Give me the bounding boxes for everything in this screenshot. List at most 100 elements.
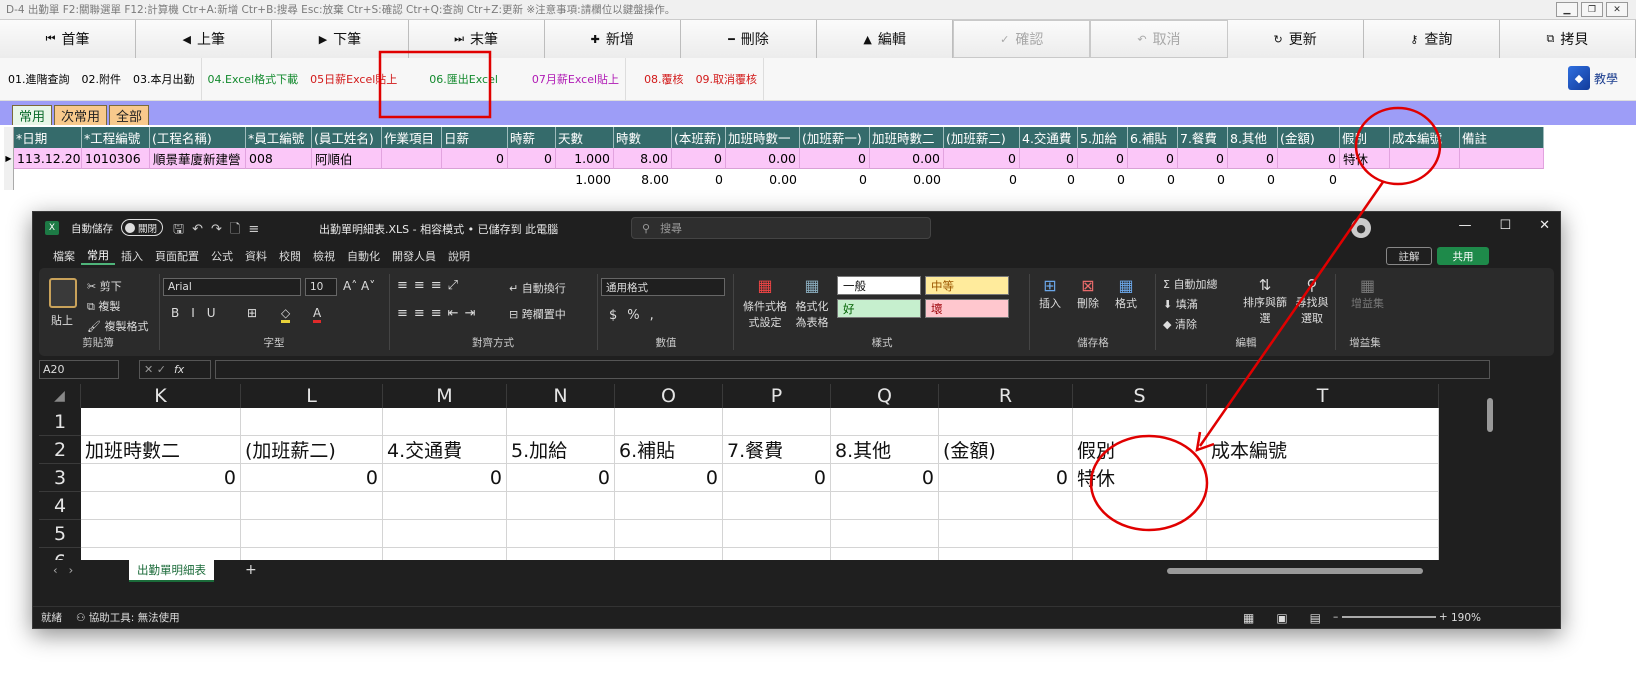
- copy-cells-button[interactable]: ⧉ 複製: [87, 298, 120, 314]
- sheet-cell[interactable]: [831, 492, 939, 520]
- sheet-cell[interactable]: [241, 492, 383, 520]
- sheet-row-header[interactable]: 3: [39, 464, 81, 492]
- sheet-column-header[interactable]: N: [507, 384, 615, 408]
- excel-search-input[interactable]: ⚲ 搜尋: [631, 217, 931, 239]
- excel-close-button[interactable]: ✕: [1539, 218, 1550, 233]
- sheet-tab[interactable]: 出勤單明細表: [129, 560, 214, 582]
- column-header[interactable]: 成本編號: [1390, 127, 1460, 148]
- menu-item[interactable]: 常用: [81, 247, 115, 265]
- menu-item[interactable]: 說明: [442, 248, 476, 264]
- sheet-cell[interactable]: 加班時數二: [81, 436, 241, 464]
- sheet-cell[interactable]: 0: [507, 464, 615, 492]
- cut-button[interactable]: ✂ 剪下: [87, 278, 122, 294]
- column-header[interactable]: 加班時數二: [870, 127, 944, 148]
- sheet-cell[interactable]: 7.餐費: [723, 436, 831, 464]
- menu-item[interactable]: 檔案: [47, 248, 81, 264]
- this-month-link[interactable]: 03.本月出勤: [127, 57, 202, 101]
- vertical-scrollbar[interactable]: [1485, 384, 1495, 560]
- sheet-cell[interactable]: 5.加給: [507, 436, 615, 464]
- grid-cell[interactable]: 0: [1128, 148, 1178, 169]
- sheet-cell[interactable]: [383, 548, 507, 560]
- sheet-cell[interactable]: [1073, 492, 1207, 520]
- merge-center-button[interactable]: ⊟ 跨欄置中: [509, 306, 566, 322]
- sheet-row-header[interactable]: 4: [39, 492, 81, 520]
- tab-common[interactable]: 常用: [12, 105, 53, 125]
- restore-button[interactable]: ❐: [1581, 2, 1603, 17]
- sheet-cell[interactable]: [507, 520, 615, 548]
- column-header[interactable]: 備註: [1460, 127, 1544, 148]
- sheet-cell[interactable]: [939, 492, 1073, 520]
- excel-maximize-button[interactable]: ☐: [1499, 218, 1511, 233]
- delete-button[interactable]: ━ 刪除: [680, 20, 818, 58]
- sheet-cell[interactable]: [615, 408, 723, 436]
- sheet-cell[interactable]: 6.補貼: [615, 436, 723, 464]
- column-header[interactable]: 5.加給: [1078, 127, 1128, 148]
- column-header[interactable]: *日期: [14, 127, 82, 148]
- menu-item[interactable]: 公式: [205, 248, 239, 264]
- minimize-button[interactable]: ▁: [1556, 2, 1578, 17]
- column-header[interactable]: (加班薪二): [944, 127, 1020, 148]
- sheet-cell[interactable]: [1073, 520, 1207, 548]
- column-header[interactable]: 7.餐費: [1178, 127, 1228, 148]
- grid-cell[interactable]: 0.00: [870, 148, 944, 169]
- sheet-row-header[interactable]: 2: [39, 436, 81, 464]
- column-header[interactable]: (本班薪): [672, 127, 726, 148]
- sheet-cell[interactable]: 0: [383, 464, 507, 492]
- sheet-cell[interactable]: [723, 408, 831, 436]
- column-header[interactable]: 天數: [556, 127, 614, 148]
- edit-button[interactable]: ▲ 編輯: [817, 20, 954, 58]
- sheet-cell[interactable]: [81, 520, 241, 548]
- number-format-select[interactable]: 通用格式: [601, 278, 725, 296]
- grid-cell[interactable]: 0: [442, 148, 508, 169]
- sheet-cell[interactable]: 8.其他: [831, 436, 939, 464]
- grid-cell[interactable]: 1010306: [82, 148, 150, 169]
- accessibility-status[interactable]: ⚇ 協助工具: 無法使用: [76, 610, 180, 625]
- confirm-button[interactable]: ✓ 確認: [953, 20, 1091, 58]
- name-box[interactable]: A20: [39, 360, 119, 379]
- grid-cell[interactable]: 1.000: [556, 148, 614, 169]
- sheet-cell[interactable]: [939, 520, 1073, 548]
- grid-cell[interactable]: 113.12.20: [14, 148, 82, 169]
- grid-cell[interactable]: 特休: [1340, 148, 1390, 169]
- copy-button[interactable]: ⧉ 拷貝: [1499, 20, 1636, 58]
- sheet-cell[interactable]: 0: [615, 464, 723, 492]
- sheet-cell[interactable]: [723, 520, 831, 548]
- delete-cells-button[interactable]: ⊠ 刪除: [1077, 276, 1099, 311]
- font-name-select[interactable]: Arial: [163, 278, 301, 296]
- comment-button[interactable]: 註解: [1386, 247, 1432, 265]
- sheet-cell[interactable]: [1207, 548, 1439, 560]
- sort-filter-button[interactable]: ⇅ 排序與篩選: [1243, 276, 1287, 326]
- worksheet[interactable]: ◢ K L M N O P Q R S T 1 2 加班時數二 (加班薪二) 4.交通費 5.加給 6.補貼 7.…: [39, 384, 1485, 560]
- view-mode-icons[interactable]: ▦▣▤: [1243, 611, 1343, 625]
- sheet-cell[interactable]: (加班薪二): [241, 436, 383, 464]
- grid-cell[interactable]: 0: [800, 148, 870, 169]
- select-all-corner[interactable]: ◢: [39, 384, 81, 408]
- menu-item[interactable]: 自動化: [341, 248, 386, 264]
- sheet-cell[interactable]: [1207, 408, 1439, 436]
- style-neutral[interactable]: 中等: [925, 276, 1009, 295]
- borders-icon[interactable]: ⊞: [247, 306, 257, 320]
- sheet-column-header[interactable]: K: [81, 384, 241, 408]
- excel-download-link[interactable]: 04.Excel格式下載: [202, 58, 305, 101]
- sheet-cell[interactable]: [831, 520, 939, 548]
- sheet-nav-icons[interactable]: ‹ ›: [53, 563, 73, 577]
- horizontal-align-icons[interactable]: ≡≡≡⇤⇥: [397, 306, 481, 321]
- grid-cell[interactable]: [382, 148, 442, 169]
- format-as-table-button[interactable]: ▦ 格式化為表格: [791, 276, 833, 330]
- sheet-cell[interactable]: 4.交通費: [383, 436, 507, 464]
- sheet-cell[interactable]: 0: [241, 464, 383, 492]
- number-format-icons[interactable]: $%,: [609, 308, 664, 323]
- fill-color-icon[interactable]: ◇: [281, 306, 291, 323]
- sheet-cell[interactable]: [241, 520, 383, 548]
- refresh-button[interactable]: ↻ 更新: [1227, 20, 1364, 58]
- sheet-cell[interactable]: [507, 408, 615, 436]
- format-painter-button[interactable]: 🖌 複製格式: [87, 318, 148, 334]
- sheet-cell[interactable]: 0: [723, 464, 831, 492]
- share-button[interactable]: 共用: [1437, 247, 1489, 265]
- menu-item[interactable]: 校閱: [273, 248, 307, 264]
- row-marker[interactable]: ▶: [4, 148, 14, 169]
- grid-cell[interactable]: 8.00: [614, 148, 672, 169]
- sheet-cell[interactable]: [241, 408, 383, 436]
- sheet-cell[interactable]: [383, 408, 507, 436]
- conditional-format-button[interactable]: ▦ 條件式格式設定: [743, 276, 787, 330]
